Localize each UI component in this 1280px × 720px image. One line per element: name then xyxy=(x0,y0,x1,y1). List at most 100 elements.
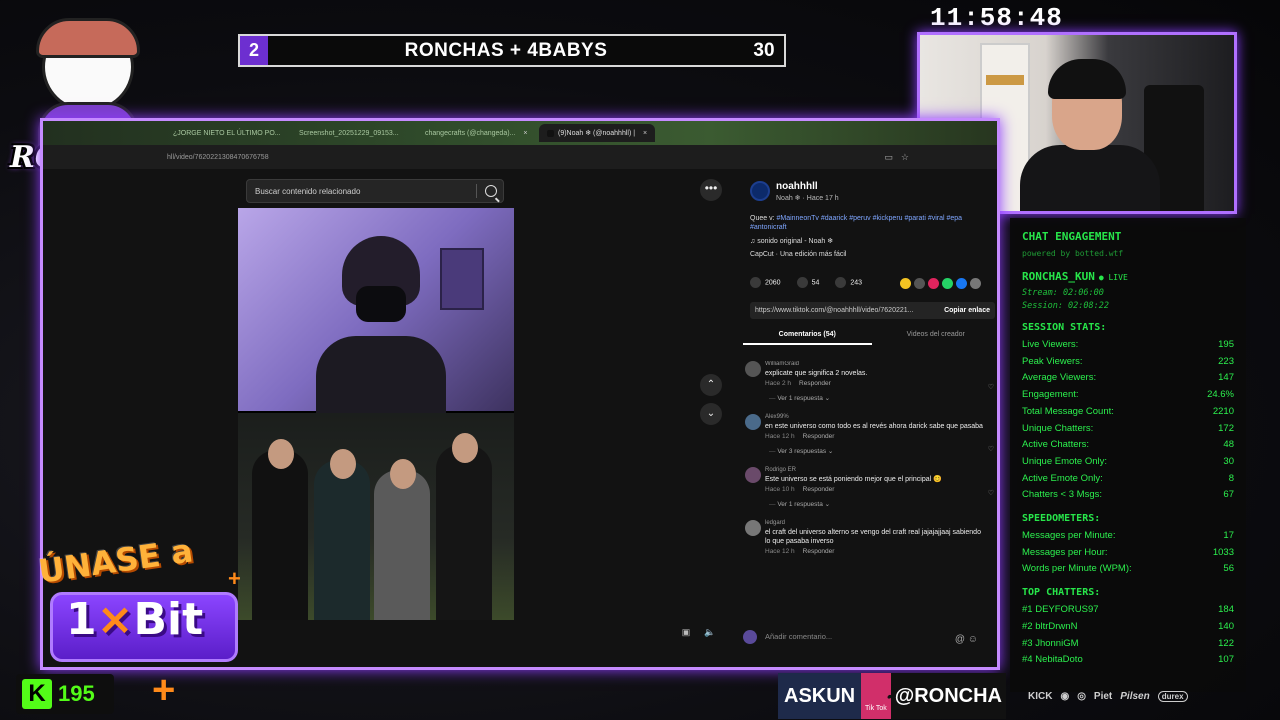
video-link: https://www.tiktok.com/@noahhhll/video/7… xyxy=(755,307,914,314)
avatar[interactable] xyxy=(750,181,770,201)
top-chatters-list: #1 DEYFORUS97 184 #2 bltrDrwnN 140 #3 Jhonni… xyxy=(1022,602,1234,669)
avatar[interactable] xyxy=(745,361,761,377)
top-chatter-row: #2 bltrDrwnN 140 xyxy=(1022,619,1234,636)
stat-row-label: Peak Viewers: xyxy=(1022,355,1083,367)
address-bar[interactable]: hll/video/7620221308470676758 ▭ ☆ xyxy=(43,145,997,169)
stat-row-value: 223 xyxy=(1218,355,1234,367)
comment-user[interactable]: Rodrigo ER xyxy=(765,467,997,473)
video-bottom-frame xyxy=(238,413,514,620)
kick-sponsor-logo: KICK xyxy=(1028,690,1053,702)
search-icon[interactable] xyxy=(485,185,497,197)
coin-icon[interactable] xyxy=(900,278,911,289)
1xbit-promo: ÚNASE a 1×Bit xyxy=(30,531,245,665)
avatar[interactable] xyxy=(745,520,761,536)
promo-brand-name: Bit xyxy=(133,594,204,645)
like-button[interactable]: 2060 xyxy=(750,277,781,288)
top-chatter-row-value: 140 xyxy=(1218,620,1234,632)
whatsapp-icon[interactable] xyxy=(942,278,953,289)
promo-headline: ÚNASE a xyxy=(36,531,196,591)
stat-row-value: 195 xyxy=(1218,339,1234,350)
view-replies-button[interactable]: Ver 3 respuestas ⌄ xyxy=(769,447,997,455)
view-replies-button[interactable]: Ver 1 respuesta ⌄ xyxy=(769,394,997,402)
browser-tab[interactable]: ¿JORGE NIETO EL ÚLTIMO PO...× xyxy=(161,124,281,142)
reply-button[interactable]: Responder xyxy=(803,433,835,440)
browser-tab[interactable]: changecrafts (@changeda)... × xyxy=(413,124,533,142)
share-buttons xyxy=(900,278,981,289)
stat-row-value: 2210 xyxy=(1212,405,1234,417)
chat-engagement-panel: CHAT ENGAGEMENT powered by botted.wtf RO… xyxy=(1010,218,1246,692)
promo-brand: 1×Bit xyxy=(66,594,203,645)
avatar[interactable] xyxy=(745,414,761,430)
video-top-frame xyxy=(238,208,514,416)
previous-video-button[interactable]: ⌃ xyxy=(700,374,722,396)
bookmark-star-icon[interactable]: ☆ xyxy=(901,152,909,163)
save-button[interactable]: 243 xyxy=(835,277,862,288)
next-video-button[interactable]: ⌄ xyxy=(700,403,722,425)
comment-time: Hace 10 h xyxy=(765,486,795,493)
tab-label: (9)Noah ❄ (@noahhhll) | xyxy=(558,130,636,137)
cast-icon[interactable]: ▭ xyxy=(884,152,893,163)
comment-user[interactable]: Alex99% xyxy=(765,414,997,420)
related-search-input[interactable]: Buscar contenido relacionado xyxy=(246,179,504,203)
speed-row-value: 1033 xyxy=(1212,546,1234,558)
instagram-icon: ◎ xyxy=(1077,690,1086,702)
share-arrow-icon[interactable] xyxy=(970,278,981,289)
top-chatter-row-value: 184 xyxy=(1218,604,1234,616)
stat-row: Active Chatters: 48 xyxy=(1022,437,1234,454)
heart-icon[interactable]: ♡ xyxy=(988,489,994,497)
capcut-link[interactable]: CapCut · Una edición más fácil xyxy=(750,251,847,258)
stream-overlay: RONCHAS 2 RONCHAS + 4BABYS 30 11:58:48 ¿… xyxy=(0,0,1280,720)
volume-icon[interactable]: 🔈 xyxy=(703,627,717,641)
video-link-box[interactable]: https://www.tiktok.com/@noahhhll/video/7… xyxy=(750,302,995,319)
reply-button[interactable]: Responder xyxy=(803,486,835,493)
tab-comments[interactable]: Comentarios (54) xyxy=(743,327,872,345)
facebook-icon[interactable] xyxy=(956,278,967,289)
heart-icon[interactable]: ♡ xyxy=(988,383,994,391)
reply-button[interactable]: Responder xyxy=(803,548,835,555)
browser-tab-active[interactable]: (9)Noah ❄ (@noahhhll) | × xyxy=(539,124,656,142)
add-comment-input[interactable]: Añadir comentario... @ ☺ xyxy=(743,627,997,650)
session-time: Session: 02:08:22 xyxy=(1022,301,1109,311)
view-replies-button[interactable]: Ver 1 respuesta ⌄ xyxy=(769,500,997,508)
stat-row-label: Average Viewers: xyxy=(1022,372,1097,384)
copy-link-button[interactable]: Copiar enlace xyxy=(944,307,990,314)
close-icon[interactable]: × xyxy=(643,130,647,137)
reply-button[interactable]: Responder xyxy=(799,380,831,387)
stat-row-label: Unique Chatters: xyxy=(1022,422,1094,434)
more-options-button[interactable]: ••• xyxy=(700,179,722,201)
comment-time: Hace 12 h xyxy=(765,433,795,440)
viewer-count: 195 xyxy=(58,681,95,706)
browser-tab[interactable]: Screenshot_20251229_09153...× xyxy=(287,124,407,142)
speed-row-value: 17 xyxy=(1223,530,1234,542)
scoreboard: 2 RONCHAS + 4BABYS 30 xyxy=(238,34,786,67)
kick-logo-icon: K xyxy=(22,679,52,709)
heart-icon[interactable]: ♡ xyxy=(988,445,994,453)
avatar[interactable] xyxy=(745,467,761,483)
discord-icon: ◉ xyxy=(1060,690,1070,702)
comment-user[interactable]: WilliamGraid xyxy=(765,361,997,367)
embed-icon[interactable] xyxy=(914,278,925,289)
tab-creator-videos[interactable]: Videos del creador xyxy=(872,327,998,345)
top-chatters-heading: TOP CHATTERS: xyxy=(1022,587,1101,599)
close-icon[interactable]: × xyxy=(523,130,527,137)
speed-row: Messages per Minute: 17 xyxy=(1022,528,1234,545)
mention-emoji-icons[interactable]: @ ☺ xyxy=(955,630,978,650)
tiktok-icon xyxy=(547,129,554,137)
comment-list: WilliamGraid explicate que significa 2 n… xyxy=(743,361,997,611)
video-player[interactable] xyxy=(238,208,514,620)
hashtags[interactable]: #MainneonTv #daarick #peruv #kickperu #p… xyxy=(750,215,962,231)
avatar xyxy=(743,630,757,644)
divider xyxy=(476,184,477,198)
author-name[interactable]: noahhhll xyxy=(776,181,839,192)
send-icon[interactable] xyxy=(928,278,939,289)
speed-row: Words per Minute (WPM): 56 xyxy=(1022,561,1234,578)
stat-row-label: Unique Emote Only: xyxy=(1022,455,1108,467)
comment-button[interactable]: 54 xyxy=(796,277,819,288)
comment-user[interactable]: ledgard xyxy=(765,520,997,526)
music-link[interactable]: ♫ sonido original - Noah ❄ xyxy=(750,237,833,245)
top-chatter-row-label: #1 DEYFORUS97 xyxy=(1022,604,1099,616)
scoreboard-left-score: 2 xyxy=(240,36,268,65)
picture-in-picture-icon[interactable]: ▣ xyxy=(679,627,693,641)
engagement-powered-by: powered by botted.wtf xyxy=(1022,249,1124,258)
author-block[interactable]: noahhhll Noah ❄ · Hace 17 h xyxy=(750,181,839,202)
